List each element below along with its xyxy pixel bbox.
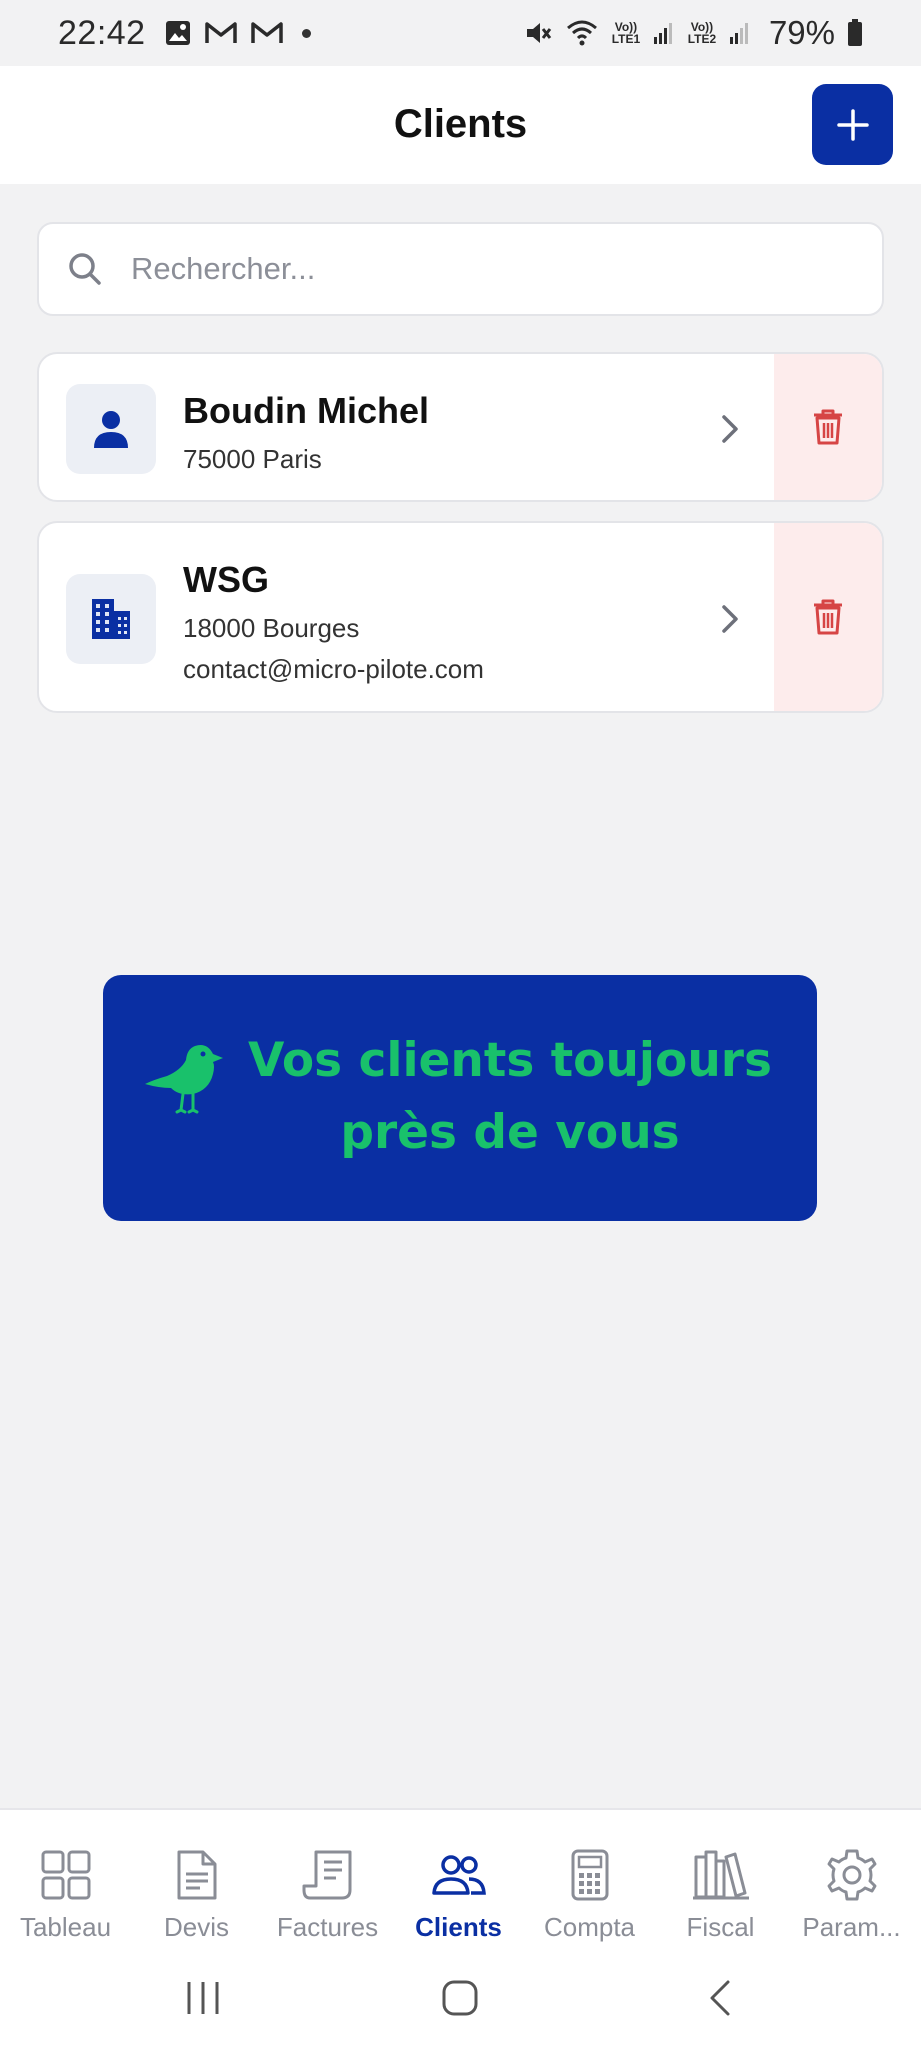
nav-label: Tableau — [19, 1912, 112, 1942]
chevron-right-icon — [720, 604, 740, 634]
nav-item-clients[interactable]: Clients — [393, 1810, 524, 1960]
gallery-icon — [164, 19, 192, 47]
client-card-body[interactable]: WSG 18000 Bourges contact@micro-pilote.c… — [39, 523, 774, 711]
client-avatar — [66, 574, 156, 664]
invoice-icon — [300, 1846, 356, 1904]
client-name: WSG — [183, 559, 269, 600]
back-button[interactable] — [700, 1978, 740, 2018]
signal-icon — [729, 21, 751, 45]
calculator-icon — [570, 1846, 610, 1904]
bottom-nav: Tableau Devis Factures Clients Compta Fi… — [0, 1808, 921, 1958]
chevron-right-icon — [720, 414, 740, 444]
volte1-label: Vo)) LTE1 — [611, 20, 641, 46]
status-bar-left: 22:42 — [58, 14, 311, 53]
home-icon — [442, 1980, 478, 2016]
nav-label: Devis — [163, 1912, 229, 1942]
client-card[interactable]: Boudin Michel 75000 Paris — [37, 352, 884, 502]
page-title: Clients — [393, 102, 528, 146]
nav-label: Compta — [543, 1912, 636, 1942]
library-icon — [692, 1846, 749, 1904]
client-email: contact@micro-pilote.com — [183, 654, 484, 684]
nav-label: Param... — [802, 1912, 901, 1942]
nav-label: Fiscal — [686, 1912, 755, 1942]
system-nav-bar — [0, 1958, 921, 2048]
nav-item-parametres[interactable]: Param... — [786, 1810, 917, 1960]
client-avatar — [66, 384, 156, 474]
search-icon — [67, 251, 103, 287]
client-address: 75000 Paris — [183, 444, 322, 474]
nav-label: Factures — [276, 1912, 379, 1942]
person-icon — [94, 411, 128, 448]
signal-icon — [653, 21, 675, 45]
nav-item-tableau[interactable]: Tableau — [0, 1810, 131, 1960]
nav-item-factures[interactable]: Factures — [262, 1810, 393, 1960]
nav-item-devis[interactable]: Devis — [131, 1810, 262, 1960]
promo-line-2: près de vous — [340, 1105, 680, 1160]
client-card-body[interactable]: Boudin Michel 75000 Paris — [39, 354, 774, 500]
status-time: 22:42 — [58, 13, 146, 52]
app-header: Clients — [0, 66, 921, 184]
recent-apps-icon — [187, 1982, 219, 2014]
status-bar: 22:42 Vo)) LTE1 Vo)) LTE2 79% — [0, 0, 921, 66]
battery-icon — [847, 19, 863, 47]
search-bar[interactable] — [37, 222, 884, 316]
users-icon — [431, 1846, 487, 1904]
delete-client-button[interactable] — [774, 523, 882, 711]
nav-label: Clients — [415, 1912, 502, 1942]
bird-icon — [143, 1040, 227, 1121]
delete-client-button[interactable] — [774, 354, 882, 500]
home-button[interactable] — [440, 1978, 480, 2018]
add-client-button[interactable] — [812, 84, 893, 165]
nav-item-fiscal[interactable]: Fiscal — [655, 1810, 786, 1960]
gmail-icon — [250, 20, 284, 46]
gear-icon — [825, 1846, 879, 1904]
promo-banner: Vos clients toujours près de vous — [103, 975, 817, 1221]
battery-level: 79% — [768, 14, 835, 51]
wifi-icon — [565, 18, 599, 48]
client-address: 18000 Bourges — [183, 613, 360, 643]
mute-icon — [523, 18, 553, 48]
trash-icon — [814, 409, 842, 445]
gmail-icon — [204, 20, 238, 46]
status-bar-right: Vo)) LTE1 Vo)) LTE2 79% — [523, 14, 863, 52]
document-icon — [175, 1846, 219, 1904]
volte2-label: Vo)) LTE2 — [687, 20, 717, 46]
search-input[interactable] — [131, 251, 831, 287]
trash-icon — [814, 599, 842, 635]
dashboard-icon — [40, 1846, 92, 1904]
building-icon — [92, 599, 130, 639]
notification-dot-icon — [301, 28, 311, 38]
promo-text: Vos clients toujours près de vous — [233, 1025, 787, 1169]
client-card[interactable]: WSG 18000 Bourges contact@micro-pilote.c… — [37, 521, 884, 713]
back-icon — [710, 1980, 730, 2016]
plus-icon — [836, 108, 869, 141]
recent-apps-button[interactable] — [183, 1978, 223, 2018]
client-name: Boudin Michel — [183, 390, 429, 431]
promo-line-1: Vos clients toujours — [248, 1033, 772, 1088]
nav-item-compta[interactable]: Compta — [524, 1810, 655, 1960]
